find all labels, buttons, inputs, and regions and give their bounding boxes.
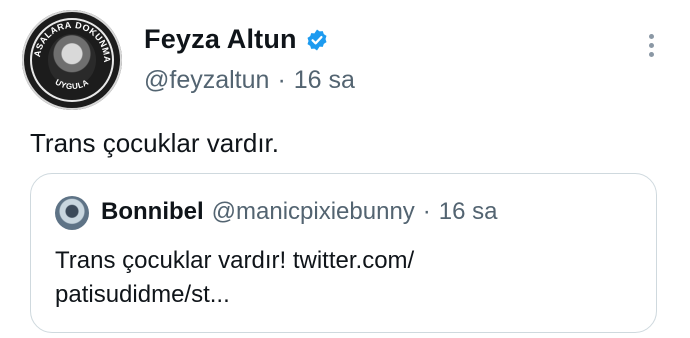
quoted-tweet-card[interactable]: Bonnibel @manicpixiebunny · 16 sa Trans çoc… [30,173,657,333]
quoted-display-name: Bonnibel [101,198,204,225]
separator-dot: · [422,198,431,225]
tweet-timestamp[interactable]: 16 sa [294,66,355,94]
author-display-name[interactable]: Feyza Altun [144,24,297,55]
quoted-text-line-1: Trans çocuklar vardır! twitter.com/ [55,247,415,274]
tweet[interactable]: YASALARA DOKUNMA UYGULA Feyza Altun @fey… [0,0,690,338]
quoted-text-line-2: patisudidme/st... [55,281,230,308]
quoted-header: Bonnibel @manicpixiebunny · 16 sa [101,198,498,226]
quoted-timestamp: 16 sa [438,198,498,225]
author-name-row: Feyza Altun [144,24,329,55]
author-handle[interactable]: @feyzaltun [144,66,269,94]
separator-dot: · [277,66,286,94]
tweet-text: Trans çocuklar vardır. [30,128,280,158]
quoted-tweet-text: Trans çocuklar vardır! twitter.com/ pati… [55,244,575,312]
author-handle-row: @feyzaltun · 16 sa [144,66,355,95]
author-avatar[interactable]: YASALARA DOKUNMA UYGULA [22,10,122,110]
avatar-portrait [48,34,96,86]
verified-badge-icon [307,29,327,50]
more-options-icon[interactable] [645,34,657,60]
quoted-handle: @manicpixiebunny [211,198,415,225]
quoted-author-avatar [55,196,89,230]
